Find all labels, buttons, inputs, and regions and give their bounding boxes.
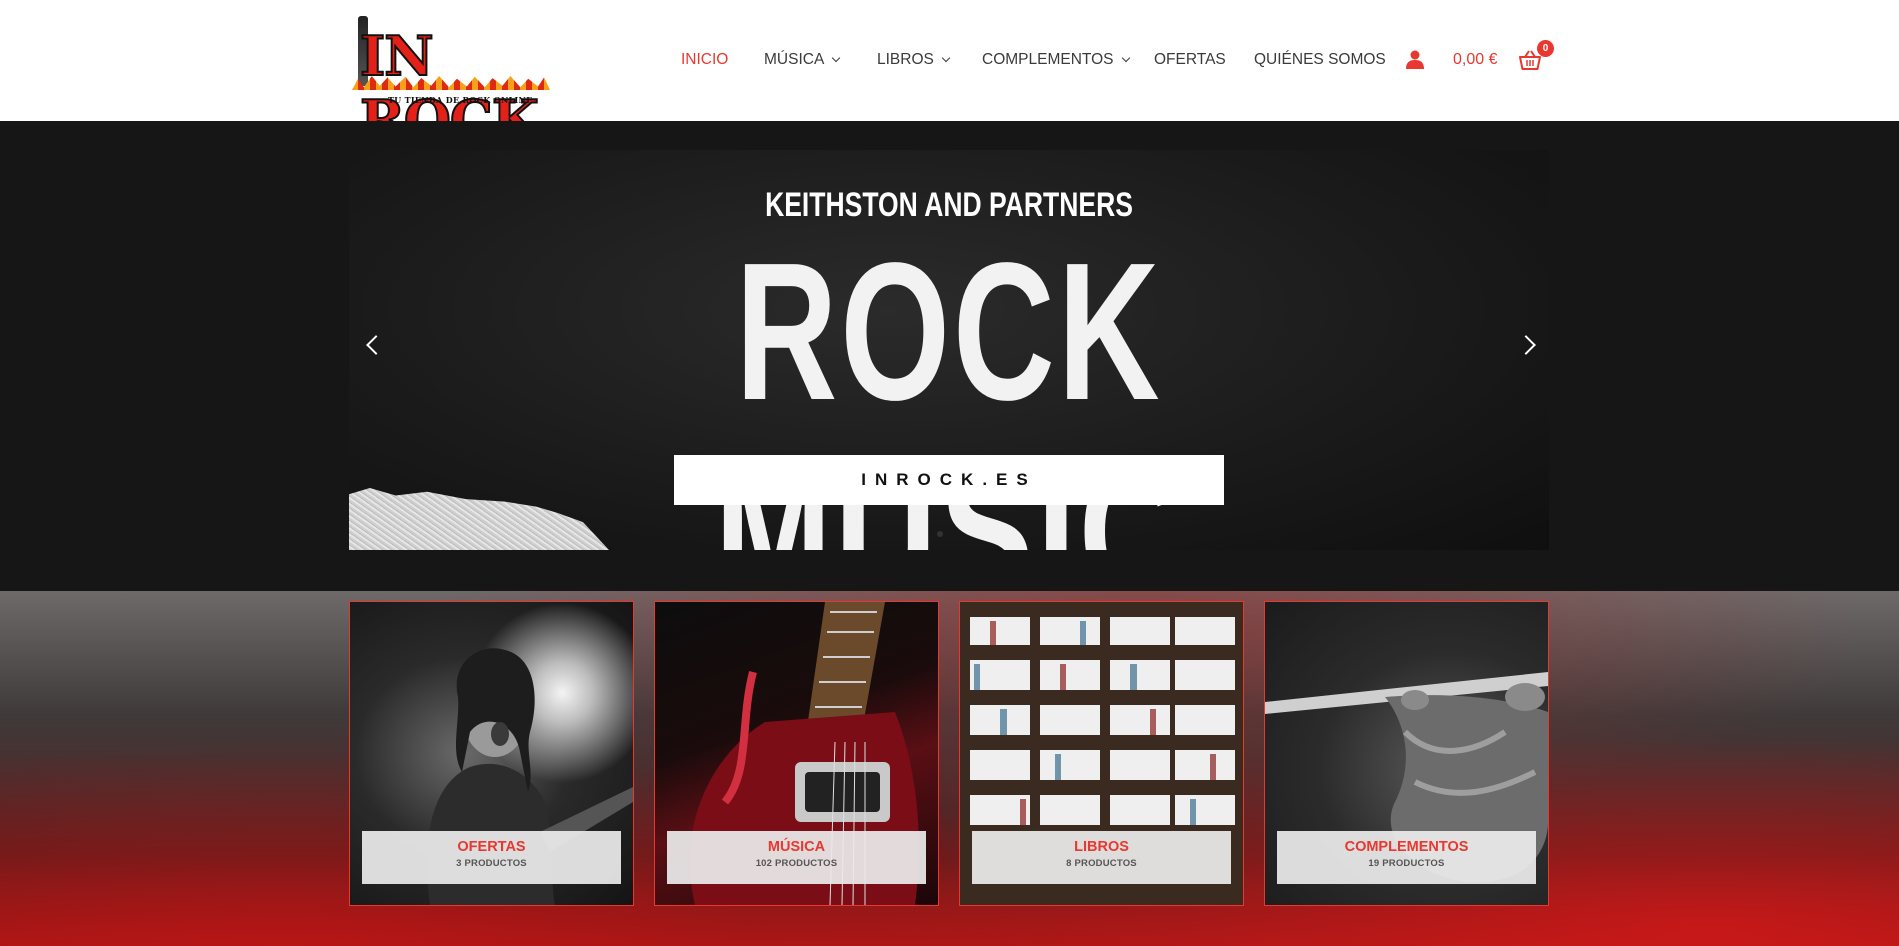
category-count: 19 PRODUCTOS	[1368, 858, 1445, 869]
cart-total[interactable]: 0,00 €	[1453, 51, 1497, 69]
slider-dot[interactable]	[937, 531, 943, 537]
category-card-musica[interactable]: MÚSICA 102 PRODUCTOS	[654, 601, 939, 906]
category-card-complementos[interactable]: COMPLEMENTOS 19 PRODUCTOS	[1264, 601, 1549, 906]
category-card-libros[interactable]: LIBROS 8 PRODUCTOS	[959, 601, 1244, 906]
hero-slide: KEITHSTON AND PARTNERS ROCK MUSIC INROCK…	[349, 150, 1549, 550]
nav-item-label: OFERTAS	[1154, 51, 1226, 68]
nav-item-quienes-somos[interactable]: QUIÉNES SOMOS	[1254, 51, 1386, 69]
categories-section	[0, 591, 1899, 946]
chevron-down-icon	[941, 53, 951, 63]
hero-subtitle: KEITHSTON AND PARTNERS	[765, 186, 1133, 224]
chevron-down-icon	[1121, 53, 1130, 63]
chevron-down-icon	[832, 53, 841, 63]
nav-item-label: LIBROS	[877, 51, 934, 68]
category-label: MÚSICA 102 PRODUCTOS	[667, 831, 926, 884]
site-header: IN ROCK TU TIENDA DE ROCK ONLINE INICIO …	[0, 0, 1899, 153]
cart-count-badge: 0	[1537, 40, 1554, 57]
category-title: COMPLEMENTOS	[1344, 839, 1469, 855]
category-label: OFERTAS 3 PRODUCTOS	[362, 831, 621, 884]
category-card-ofertas[interactable]: OFERTAS 3 PRODUCTOS	[349, 601, 634, 906]
category-count: 8 PRODUCTOS	[1066, 858, 1137, 869]
logo-tagline: TU TIENDA DE ROCK ONLINE	[388, 95, 533, 105]
category-label: LIBROS 8 PRODUCTOS	[972, 831, 1231, 884]
hero-cta-button[interactable]: INROCK.ES	[674, 455, 1224, 505]
category-title: LIBROS	[1074, 839, 1129, 855]
category-title: MÚSICA	[767, 839, 826, 855]
category-count: 3 PRODUCTOS	[456, 858, 527, 869]
nav-item-libros[interactable]: LIBROS	[877, 51, 951, 69]
nav-item-label: QUIÉNES SOMOS	[1254, 51, 1386, 68]
nav-item-complementos[interactable]: COMPLEMENTOS	[982, 51, 1130, 69]
category-count: 102 PRODUCTOS	[755, 858, 838, 869]
nav-item-label: INICIO	[681, 51, 729, 68]
nav-item-musica[interactable]: MÚSICA	[764, 51, 841, 69]
site-logo[interactable]: IN ROCK TU TIENDA DE ROCK ONLINE	[352, 14, 550, 153]
nav-item-ofertas[interactable]: OFERTAS	[1154, 51, 1226, 69]
nav-item-inicio[interactable]: INICIO	[681, 51, 728, 69]
category-title: OFERTAS	[457, 839, 526, 855]
category-label: COMPLEMENTOS 19 PRODUCTOS	[1277, 831, 1536, 884]
user-icon[interactable]	[1406, 50, 1424, 69]
nav-item-label: MÚSICA	[764, 51, 825, 68]
nav-item-label: COMPLEMENTOS	[982, 51, 1114, 68]
